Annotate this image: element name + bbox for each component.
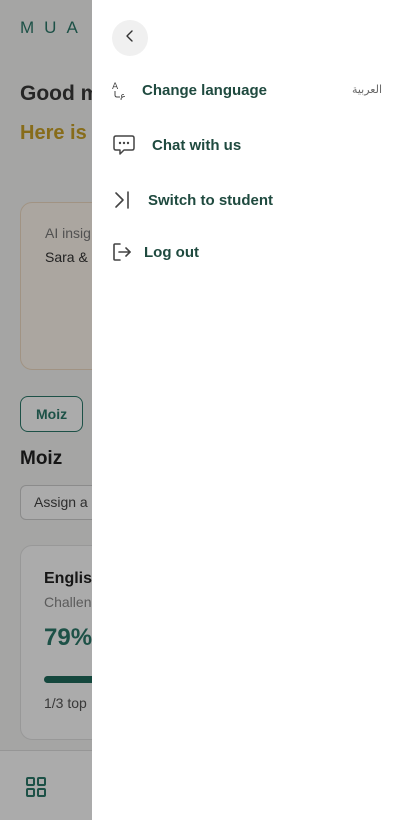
menu-label-change-language: Change language	[142, 81, 268, 99]
menu-item-switch-student[interactable]: Switch to student	[112, 190, 273, 210]
back-button[interactable]	[112, 20, 148, 56]
menu-label-chat: Chat with us	[152, 136, 242, 154]
menu-label-logout: Log out	[144, 243, 199, 261]
language-icon: A ع	[112, 80, 130, 102]
side-drawer: A ع Change language العربية Chat with us	[92, 0, 402, 820]
menu-label-switch-student: Switch to student	[148, 191, 273, 209]
language-option-arabic[interactable]: العربية	[352, 83, 382, 96]
menu-item-change-language[interactable]: A ع Change language	[112, 80, 268, 103]
svg-text:ع: ع	[120, 91, 126, 100]
logout-icon	[112, 242, 132, 262]
menu-item-logout[interactable]: Log out	[112, 242, 199, 262]
chat-icon	[112, 133, 136, 157]
switch-icon	[112, 190, 132, 210]
chevron-left-icon	[124, 29, 136, 47]
menu-item-chat[interactable]: Chat with us	[112, 133, 241, 157]
svg-text:A: A	[112, 82, 119, 92]
